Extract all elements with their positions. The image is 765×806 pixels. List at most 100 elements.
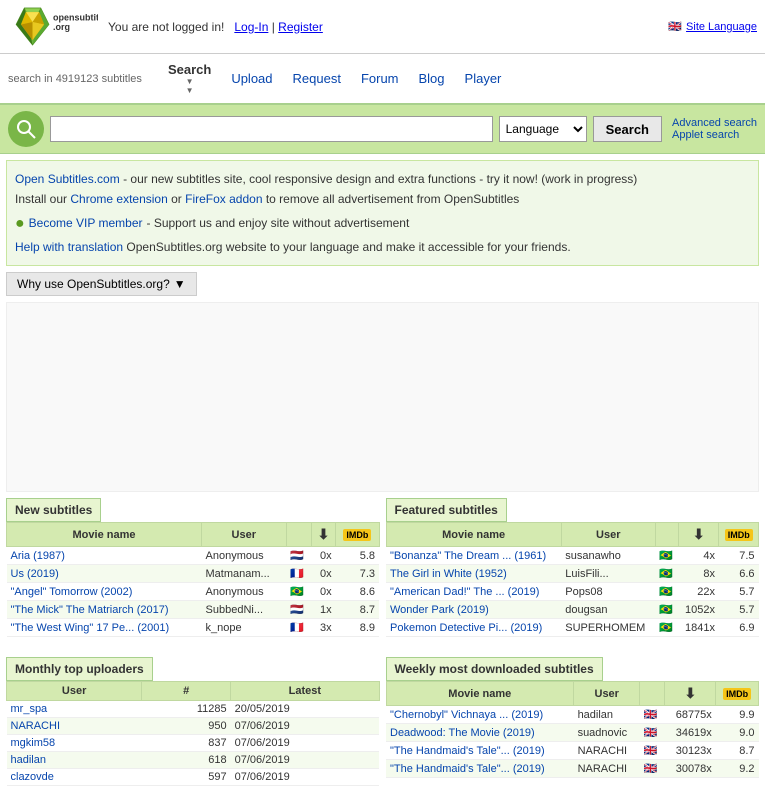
rating-cell: 8.9 [336,619,379,637]
search-count: search in 4919123 subtitles [8,73,142,85]
movie-link[interactable]: Wonder Park (2019) [390,604,489,616]
new-subtitles-body: Aria (1987) Anonymous 🇳🇱 0x 5.8 Us (2019… [7,547,380,637]
download-icon: ⬇ [318,526,330,542]
nav-request[interactable]: Request [283,67,351,90]
advanced-search-link[interactable]: Advanced search [672,117,757,129]
user-cell: NARACHI [574,760,640,778]
new-imdb-col-header: IMDb [336,523,379,547]
flag-icon: 🇬🇧 [644,763,658,775]
user-cell: dougsan [561,601,655,619]
new-user-col-header: User [202,523,286,547]
vip-suffix: - Support us and enjoy site without adve… [147,213,410,233]
movie-link[interactable]: "Angel" Tomorrow (2002) [11,586,133,598]
search-button[interactable]: Search [593,116,662,142]
nav-search[interactable]: Search ▼ [158,58,221,99]
chrome-extension-link[interactable]: Chrome extension [70,192,167,206]
movie-link[interactable]: Pokemon Detective Pi... (2019) [390,622,542,634]
nav-upload[interactable]: Upload [221,67,282,90]
site-language-link[interactable]: Site Language [686,21,757,33]
wd-movie-col-header: Movie name [386,682,574,706]
movie-link[interactable]: "Bonanza" The Dream ... (1961) [390,550,546,562]
table-row: "American Dad!" The ... (2019) Pops08 🇧🇷… [386,583,759,601]
user-link[interactable]: hadilan [11,754,46,766]
rating-cell: 8.6 [336,583,379,601]
imdb-badge: IMDb [343,529,371,541]
flag-cell: 🇳🇱 [286,601,311,619]
movie-link[interactable]: "The Handmaid's Tale"... (2019) [390,763,545,775]
wd-imdb-col-header: IMDb [716,682,759,706]
applet-search-link[interactable]: Applet search [672,129,757,141]
table-row: "The Mick" The Matriarch (2017) SubbedNi… [7,601,380,619]
translate-link[interactable]: Help with translation [15,240,123,254]
flag-icon: 🇧🇷 [659,604,673,616]
movie-cell: "The Handmaid's Tale"... (2019) [386,760,574,778]
latest-cell: 07/06/2019 [231,769,379,786]
movie-link[interactable]: "The West Wing" 17 Pe... (2001) [11,622,170,634]
movie-link[interactable]: "The Mick" The Matriarch (2017) [11,604,169,616]
login-link[interactable]: Log-In [234,20,268,34]
flag-cell: 🇬🇧 [640,760,665,778]
table-row: "The West Wing" 17 Pe... (2001) k_nope 🇫… [7,619,380,637]
table-row: hadilan 618 07/06/2019 [7,752,380,769]
bottom-right: Weekly most downloaded subtitles Movie n… [386,657,760,798]
user-link[interactable]: clazovde [11,771,54,783]
table-row: "Angel" Tomorrow (2002) Anonymous 🇧🇷 0x … [7,583,380,601]
user-cell: Anonymous [202,583,286,601]
flag-cell: 🇧🇷 [286,583,311,601]
featured-subtitles-table: Movie name User ⬇ IMDb "Bonanza" The Dre… [386,522,760,637]
user-cell: Anonymous [202,547,286,565]
user-link[interactable]: NARACHI [11,720,61,732]
svg-text:.org: .org [53,22,70,32]
language-select[interactable]: Language English French Spanish Portugue… [499,116,587,142]
user-link[interactable]: mr_spa [11,703,48,715]
table-row: Pokemon Detective Pi... (2019) SUPERHOME… [386,619,759,637]
count-cell: 1052x [678,601,719,619]
featured-subtitles-header: Featured subtitles [386,498,507,522]
nav-forum[interactable]: Forum [351,67,409,90]
rating-cell: 5.8 [336,547,379,565]
count-cell: 1x [311,601,335,619]
flag-cell: 🇧🇷 [655,565,678,583]
firefox-addon-link[interactable]: FireFox addon [185,192,262,206]
movie-link[interactable]: Us (2019) [11,568,59,580]
movie-link[interactable]: "Chernobyl" Vichnaya ... (2019) [390,709,543,721]
why-use-button[interactable]: Why use OpenSubtitles.org? ▼ [6,272,197,296]
site-language[interactable]: 🇬🇧 Site Language [668,20,757,33]
info-line1-suffix: - our new subtitles site, cool responsiv… [123,172,637,186]
why-use: Why use OpenSubtitles.org? ▼ [6,272,759,296]
flag-icon: 🇫🇷 [290,568,304,580]
ul-latest-col-header: Latest [231,682,379,701]
movie-link[interactable]: "American Dad!" The ... (2019) [390,586,539,598]
vip-link[interactable]: Become VIP member [29,213,143,233]
rating-cell: 6.6 [719,565,759,583]
latest-cell: 07/06/2019 [231,718,379,735]
ul-user-col-header: User [7,682,142,701]
table-row: mr_spa 11285 20/05/2019 [7,701,380,718]
nav-player[interactable]: Player [455,67,512,90]
movie-cell: "The Handmaid's Tale"... (2019) [386,742,574,760]
open-subtitles-link[interactable]: Open Subtitles.com [15,172,120,186]
movie-cell: "Angel" Tomorrow (2002) [7,583,202,601]
movie-link[interactable]: Deadwood: The Movie (2019) [390,727,535,739]
movie-link[interactable]: "The Handmaid's Tale"... (2019) [390,745,545,757]
flag-cell: 🇧🇷 [655,601,678,619]
user-link[interactable]: mgkim58 [11,737,56,749]
movie-link[interactable]: Aria (1987) [11,550,65,562]
movie-cell: "Bonanza" The Dream ... (1961) [386,547,561,565]
svg-text:opensubtitles: opensubtitles [53,12,98,22]
new-dl-col-header: ⬇ [311,523,335,547]
feat-imdb-badge: IMDb [725,529,753,541]
table-row: "The Handmaid's Tale"... (2019) NARACHI … [386,742,759,760]
info-box: Open Subtitles.com - our new subtitles s… [6,160,759,266]
new-subtitles-header: New subtitles [6,498,101,522]
search-icon-circle [8,111,44,147]
right-col: Featured subtitles Movie name User ⬇ IMD… [386,498,760,649]
search-input[interactable] [50,116,493,142]
flag-icon: 🇫🇷 [290,622,304,634]
wd-download-icon: ⬇ [685,685,697,701]
feat-flag-col-header [655,523,678,547]
register-link[interactable]: Register [278,20,323,34]
nav-blog[interactable]: Blog [409,67,455,90]
table-row: Us (2019) Matmanam... 🇫🇷 0x 7.3 [7,565,380,583]
movie-link[interactable]: The Girl in White (1952) [390,568,507,580]
